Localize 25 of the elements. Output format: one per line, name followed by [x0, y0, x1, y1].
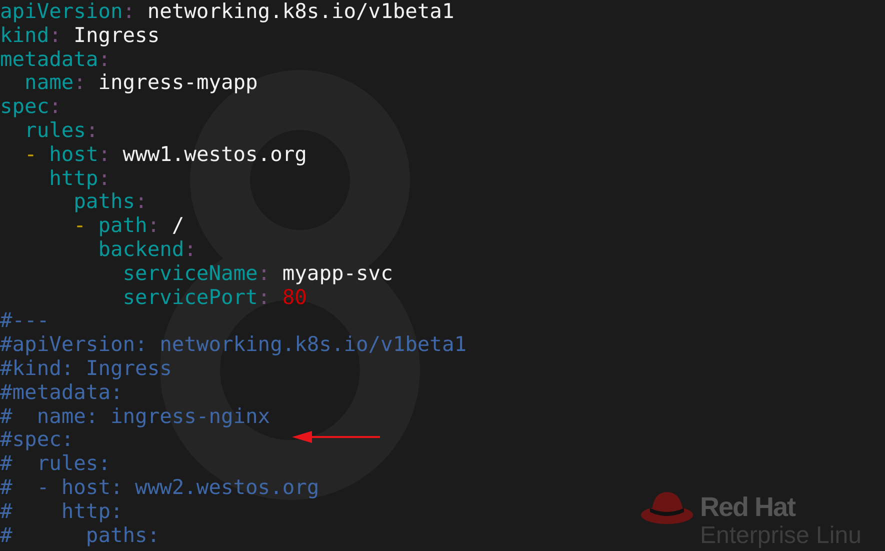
code-line: - host: www1.westos.org	[24, 142, 307, 167]
brand-name: Red Hat	[700, 494, 796, 521]
code-line: http:	[48, 166, 110, 190]
code-line: serviceName: myapp-svc	[122, 262, 393, 286]
comment-line: # rules:	[0, 452, 110, 476]
hat-logo-icon	[641, 492, 693, 524]
code-line: backend:	[97, 238, 196, 262]
comment-line: #---	[0, 309, 50, 334]
code-line: kind: Ingress	[0, 24, 160, 48]
code-line: spec:	[0, 95, 62, 119]
comment-line: # http:	[0, 500, 123, 524]
code-line: paths:	[74, 190, 148, 214]
comment-line: #apiVersion: networking.k8s.io/v1beta1	[0, 333, 466, 357]
code-line: apiVersion: networking.k8s.io/v1beta1	[0, 0, 454, 24]
code-line: - path: /	[72, 214, 184, 238]
comment-line: #spec:	[0, 428, 74, 452]
code-line: metadata:	[0, 48, 110, 72]
comment-line: # paths:	[0, 524, 160, 548]
comment-line: # - host: www2.westos.org	[0, 476, 320, 500]
code-line: servicePort: 80	[122, 286, 307, 310]
code-line: rules:	[24, 118, 98, 143]
comment-line: #kind: Ingress	[0, 356, 172, 381]
code-line: name: ingress-myapp	[24, 71, 258, 96]
comment-line: #metadata:	[0, 380, 123, 405]
comment-line: # name: ingress-nginx	[0, 404, 270, 428]
